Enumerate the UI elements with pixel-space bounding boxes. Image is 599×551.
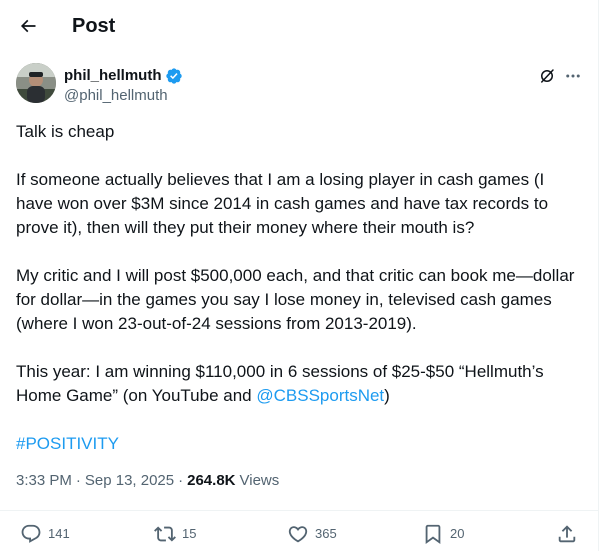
repost-icon (154, 526, 176, 542)
reply-count: 141 (48, 526, 70, 541)
meta-separator: · (75, 472, 81, 489)
post-paragraph-2: If someone actually believes that I am a… (16, 170, 553, 237)
views-label: Views (239, 472, 280, 489)
hashtag-link[interactable]: #POSITIVITY (16, 434, 119, 453)
author-display-name[interactable]: phil_hellmuth (64, 66, 162, 86)
post-paragraph-1: Talk is cheap (16, 122, 115, 141)
post-paragraph-5: #POSITIVITY (16, 432, 581, 456)
action-bar: 141 15 365 20 (0, 510, 599, 550)
verified-badge-icon (165, 67, 183, 85)
more-button[interactable] (562, 65, 584, 87)
mention-link[interactable]: @CBSSportsNet (256, 386, 384, 405)
back-arrow-icon (20, 19, 36, 33)
views-count: 264.8K (187, 472, 236, 489)
more-icon (566, 74, 580, 78)
repost-count: 15 (182, 526, 197, 541)
bookmark-count: 20 (450, 526, 465, 541)
bookmark-button[interactable]: 20 (422, 523, 464, 545)
back-button[interactable] (12, 10, 44, 42)
meta-separator: · (178, 472, 184, 489)
avatar-image (16, 63, 56, 103)
bookmark-icon (425, 524, 441, 545)
like-button[interactable]: 365 (287, 523, 337, 545)
post-paragraph-3: My critic and I will post $500,000 each,… (16, 266, 580, 333)
like-count: 365 (315, 526, 337, 541)
page-header: Post (0, 0, 599, 53)
post-paragraph-4: This year: I am winning $110,000 in 6 se… (16, 360, 581, 408)
post-meta: 3:33 PM · Sep 13, 2025 · 264.8K Views (16, 471, 279, 491)
reply-button[interactable]: 141 (20, 523, 70, 545)
grok-button[interactable] (536, 65, 558, 87)
post-date[interactable]: Sep 13, 2025 (85, 471, 174, 491)
avatar[interactable] (16, 63, 56, 103)
page-title: Post (72, 15, 116, 37)
post-author: phil_hellmuth @phil_hellmuth (16, 63, 583, 107)
name-row: phil_hellmuth (64, 66, 183, 86)
like-icon (288, 526, 308, 543)
author-handle[interactable]: @phil_hellmuth (64, 86, 168, 106)
post-time[interactable]: 3:33 PM (16, 471, 72, 491)
share-icon (558, 525, 576, 543)
repost-button[interactable]: 15 (154, 523, 196, 545)
reply-icon (21, 524, 41, 543)
post-paragraph-4-end: ) (384, 386, 390, 405)
post-text: Talk is cheap If someone actually believ… (16, 120, 581, 480)
share-button[interactable] (556, 523, 578, 545)
grok-icon (541, 69, 554, 83)
